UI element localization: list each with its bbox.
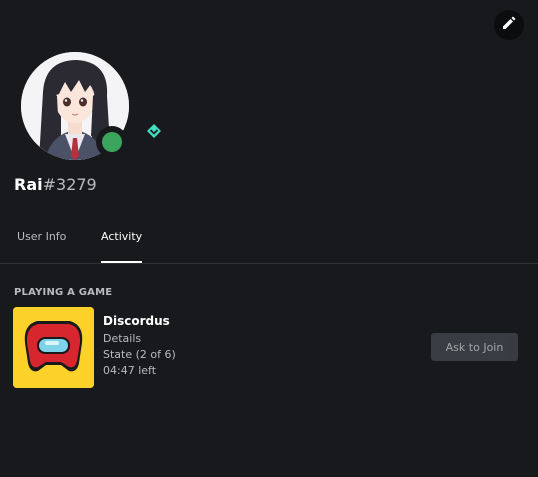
game-state: State (2 of 6) xyxy=(103,348,176,361)
ask-to-join-button[interactable]: Ask to Join xyxy=(431,333,518,361)
game-time-left: 04:47 left xyxy=(103,364,157,377)
game-details: Details xyxy=(103,332,142,345)
hypesquad-badge-icon[interactable] xyxy=(146,123,162,139)
avatar[interactable] xyxy=(13,44,137,168)
among-us-crewmate-controller-icon xyxy=(13,307,94,388)
username-discriminator: #3279 xyxy=(42,175,97,194)
game-name: Discordus xyxy=(103,314,170,328)
online-status-icon xyxy=(102,132,122,152)
tab-user-info[interactable]: User Info xyxy=(17,219,66,263)
game-image xyxy=(13,307,94,388)
edit-profile-button[interactable] xyxy=(494,10,524,40)
status-indicator xyxy=(96,126,128,158)
tab-activity[interactable]: Activity xyxy=(101,219,143,263)
username-name: Rai xyxy=(14,175,43,194)
profile-tabs: User Info Activity xyxy=(0,219,538,264)
username: Rai#3279 xyxy=(14,175,97,195)
activity-section-title: PLAYING A GAME xyxy=(14,287,113,298)
pencil-icon xyxy=(501,15,517,35)
